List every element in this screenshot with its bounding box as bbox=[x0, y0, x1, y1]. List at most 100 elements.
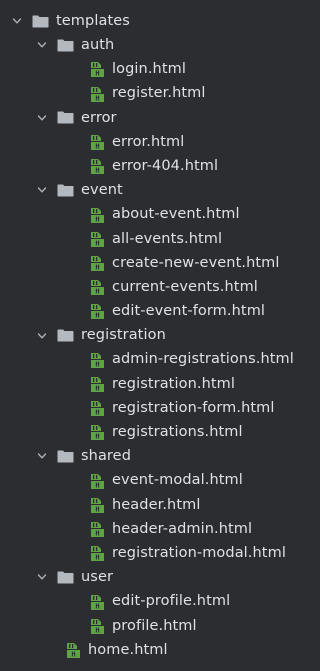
svg-text:H: H bbox=[95, 409, 99, 416]
tree-folder-auth[interactable]: auth bbox=[0, 33, 301, 57]
tree-file[interactable]: Hedit-event-form.html bbox=[0, 299, 301, 323]
file-name: home.html bbox=[88, 641, 168, 658]
file-name: edit-profile.html bbox=[112, 593, 231, 610]
svg-text:H: H bbox=[95, 143, 99, 150]
folder-icon bbox=[57, 111, 74, 124]
svg-text:H: H bbox=[95, 288, 99, 295]
svg-text:H: H bbox=[95, 433, 99, 440]
tree-file[interactable]: Hcreate-new-event.html bbox=[0, 251, 301, 275]
folder-name: error bbox=[81, 109, 117, 126]
html-file-icon: H bbox=[89, 255, 104, 272]
html-file-icon: H bbox=[89, 134, 104, 151]
html-file-icon: H bbox=[89, 424, 104, 441]
tree-folder-shared[interactable]: shared bbox=[0, 444, 301, 468]
folder-name: shared bbox=[81, 448, 131, 465]
html-file-icon: H bbox=[89, 352, 104, 368]
chevron-down-icon[interactable] bbox=[36, 571, 48, 583]
tree-file[interactable]: Hedit-profile.html bbox=[0, 590, 301, 614]
tree-folder-event[interactable]: event bbox=[0, 178, 301, 202]
svg-text:H: H bbox=[95, 626, 99, 633]
folder-icon bbox=[32, 15, 49, 28]
tree-file[interactable]: Hevent-modal.html bbox=[0, 469, 301, 493]
html-file-icon: H bbox=[89, 594, 104, 610]
tree-file[interactable]: Herror.html bbox=[0, 130, 301, 154]
file-name: edit-event-form.html bbox=[112, 303, 266, 320]
tree-file[interactable]: Hregistrations.html bbox=[0, 420, 301, 444]
tree-file[interactable]: Hlogin.html bbox=[0, 57, 301, 81]
tree-file[interactable]: Hregistration.html bbox=[0, 372, 301, 396]
folder-icon bbox=[57, 571, 74, 584]
folder-name: user bbox=[81, 569, 114, 586]
svg-text:H: H bbox=[95, 94, 99, 101]
file-name: all-events.html bbox=[112, 230, 223, 247]
file-name: header-admin.html bbox=[112, 520, 253, 537]
html-file-icon: H bbox=[89, 279, 104, 296]
svg-text:H: H bbox=[95, 481, 99, 488]
tree-folder-templates[interactable]: templates bbox=[0, 9, 301, 33]
html-file-icon: H bbox=[89, 618, 104, 634]
html-file-icon: H bbox=[89, 497, 104, 513]
html-file-icon: H bbox=[89, 473, 104, 489]
html-file-icon: H bbox=[89, 400, 104, 417]
tree-file[interactable]: Hheader.html bbox=[0, 493, 301, 517]
html-file-icon: H bbox=[65, 642, 80, 659]
chevron-down-icon[interactable] bbox=[36, 450, 48, 462]
html-file-icon: H bbox=[89, 303, 104, 320]
svg-text:H: H bbox=[95, 530, 99, 537]
tree-file[interactable]: Hall-events.html bbox=[0, 227, 301, 251]
folder-icon bbox=[57, 184, 74, 197]
tree-file[interactable]: Hcurrent-events.html bbox=[0, 275, 301, 299]
html-file-icon: H bbox=[89, 231, 104, 247]
tree-file[interactable]: Hheader-admin.html bbox=[0, 517, 301, 541]
html-file-icon: H bbox=[89, 545, 104, 562]
tree-file[interactable]: Hregistration-modal.html bbox=[0, 541, 301, 565]
svg-text:H: H bbox=[95, 602, 99, 609]
html-file-icon: H bbox=[89, 207, 104, 223]
svg-text:H: H bbox=[95, 312, 99, 319]
svg-text:H: H bbox=[95, 264, 99, 271]
chevron-down-icon[interactable] bbox=[11, 15, 23, 27]
project-tree: templates auth Hlogin.html Hregister.html er… bbox=[0, 0, 301, 662]
tree-file[interactable]: Herror-404.html bbox=[0, 154, 301, 178]
folder-icon bbox=[57, 329, 74, 342]
folder-name: registration bbox=[81, 327, 166, 344]
tree-file[interactable]: Hregister.html bbox=[0, 82, 301, 106]
svg-text:H: H bbox=[95, 505, 99, 512]
svg-text:H: H bbox=[95, 215, 99, 222]
tree-folder-registration[interactable]: registration bbox=[0, 323, 301, 347]
svg-text:H: H bbox=[95, 239, 99, 246]
file-name: create-new-event.html bbox=[112, 254, 280, 271]
file-name: registration-form.html bbox=[112, 399, 275, 416]
chevron-down-icon[interactable] bbox=[36, 112, 48, 124]
file-name: registrations.html bbox=[112, 424, 243, 441]
tree-file[interactable]: Hhome.html bbox=[0, 638, 301, 662]
chevron-down-icon[interactable] bbox=[36, 184, 48, 196]
svg-text:H: H bbox=[71, 651, 75, 658]
folder-icon bbox=[57, 39, 74, 52]
file-name: header.html bbox=[112, 496, 201, 513]
tree-file[interactable]: Hprofile.html bbox=[0, 614, 301, 638]
svg-text:H: H bbox=[95, 554, 99, 561]
svg-text:H: H bbox=[95, 70, 99, 77]
html-file-icon: H bbox=[89, 61, 104, 78]
tree-folder-error[interactable]: error bbox=[0, 106, 301, 130]
file-name: register.html bbox=[112, 85, 206, 102]
html-file-icon: H bbox=[89, 86, 104, 102]
chevron-down-icon[interactable] bbox=[36, 330, 48, 342]
file-name: error.html bbox=[112, 133, 185, 150]
folder-name: templates bbox=[56, 12, 130, 29]
chevron-down-icon[interactable] bbox=[36, 39, 48, 51]
folder-name: auth bbox=[81, 37, 115, 54]
folder-name: event bbox=[81, 182, 123, 199]
tree-file[interactable]: Hregistration-form.html bbox=[0, 396, 301, 420]
html-file-icon: H bbox=[89, 376, 104, 393]
tree-folder-user[interactable]: user bbox=[0, 565, 301, 589]
tree-file[interactable]: Habout-event.html bbox=[0, 203, 301, 227]
file-name: about-event.html bbox=[112, 206, 240, 223]
html-file-icon: H bbox=[89, 158, 104, 175]
file-name: current-events.html bbox=[112, 278, 258, 295]
file-name: error-404.html bbox=[112, 157, 219, 174]
file-name: login.html bbox=[112, 61, 186, 78]
tree-file[interactable]: Hadmin-registrations.html bbox=[0, 348, 301, 372]
file-name: profile.html bbox=[112, 617, 197, 634]
